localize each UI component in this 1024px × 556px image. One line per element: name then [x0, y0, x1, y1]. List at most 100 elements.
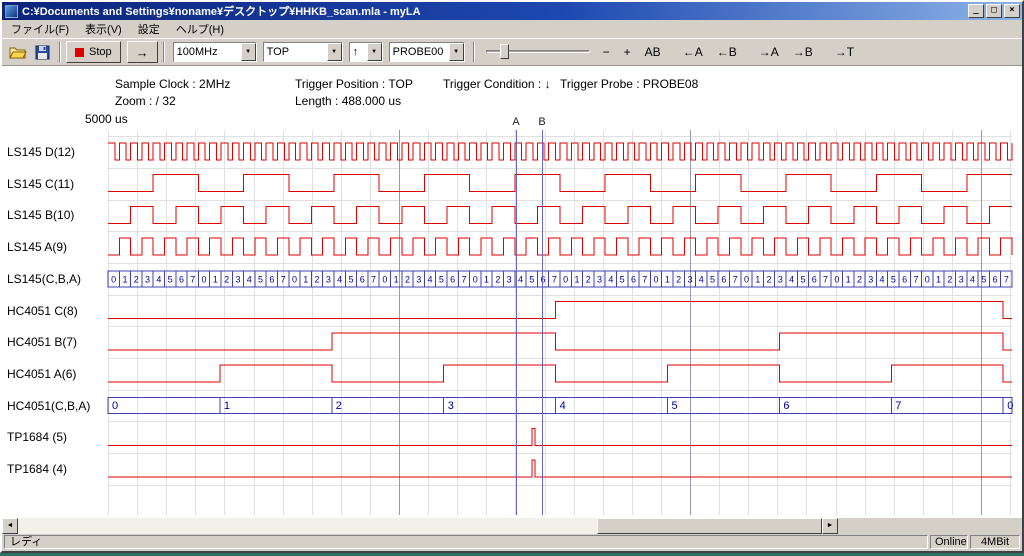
- svg-text:7: 7: [733, 274, 738, 284]
- svg-text:4: 4: [518, 274, 523, 284]
- svg-text:2: 2: [315, 274, 320, 284]
- stop-button[interactable]: Stop: [66, 41, 121, 63]
- menu-settings[interactable]: 設定: [130, 19, 168, 39]
- stop-icon: [75, 48, 84, 57]
- svg-text:5: 5: [710, 274, 715, 284]
- svg-text:0: 0: [473, 274, 478, 284]
- chevron-down-icon[interactable]: ▼: [367, 43, 382, 61]
- svg-text:2: 2: [767, 274, 772, 284]
- waveform-plot[interactable]: 0123456701234567012345670123456701234567…: [2, 66, 1022, 518]
- trigger-edge-select[interactable]: ↑ ▼: [349, 42, 383, 62]
- window-title: C:¥Documents and Settings¥noname¥デスクトップ¥…: [22, 3, 968, 19]
- goto-trigger-button[interactable]: →T: [830, 42, 859, 62]
- svg-text:2: 2: [336, 400, 342, 412]
- goto-a-right-button[interactable]: →A: [754, 42, 784, 62]
- scroll-left-button[interactable]: ◄: [2, 518, 18, 534]
- chevron-down-icon[interactable]: ▼: [449, 43, 464, 61]
- svg-text:4: 4: [699, 274, 704, 284]
- statusbar: レディ Online 4MBit: [2, 534, 1022, 551]
- minimize-button[interactable]: _: [968, 4, 984, 18]
- svg-text:3: 3: [326, 274, 331, 284]
- svg-text:6: 6: [902, 274, 907, 284]
- menu-help[interactable]: ヘルプ(H): [168, 19, 232, 39]
- scrollbar-thumb[interactable]: [597, 518, 822, 534]
- svg-text:7: 7: [895, 400, 901, 412]
- close-button[interactable]: ×: [1004, 4, 1020, 18]
- svg-text:1: 1: [122, 274, 127, 284]
- svg-text:3: 3: [597, 274, 602, 284]
- svg-text:7: 7: [823, 274, 828, 284]
- svg-text:6: 6: [450, 274, 455, 284]
- svg-text:5: 5: [672, 400, 678, 412]
- zoom-slider[interactable]: [486, 41, 590, 63]
- svg-text:4: 4: [337, 274, 342, 284]
- app-window: C:¥Documents and Settings¥noname¥デスクトップ¥…: [0, 0, 1024, 553]
- svg-text:7: 7: [642, 274, 647, 284]
- trigger-probe-select[interactable]: PROBE00 ▼: [389, 42, 465, 62]
- run-button[interactable]: →: [127, 41, 158, 63]
- toolbar-separator: [59, 42, 61, 62]
- chevron-down-icon[interactable]: ▼: [327, 43, 342, 61]
- open-folder-icon: [9, 45, 27, 59]
- svg-text:5: 5: [439, 274, 444, 284]
- svg-text:5: 5: [891, 274, 896, 284]
- goto-b-left-button[interactable]: ←B: [712, 42, 742, 62]
- svg-text:4: 4: [560, 400, 566, 412]
- chevron-down-icon[interactable]: ▼: [241, 43, 256, 61]
- svg-text:4: 4: [247, 274, 252, 284]
- svg-text:5: 5: [348, 274, 353, 284]
- zoom-in-button[interactable]: +: [619, 42, 636, 62]
- svg-text:4: 4: [880, 274, 885, 284]
- ab-button[interactable]: AB: [640, 42, 666, 62]
- svg-text:6: 6: [993, 274, 998, 284]
- svg-text:5: 5: [529, 274, 534, 284]
- svg-text:5: 5: [258, 274, 263, 284]
- svg-text:7: 7: [190, 274, 195, 284]
- svg-text:2: 2: [586, 274, 591, 284]
- goto-b-right-button[interactable]: →B: [788, 42, 818, 62]
- svg-text:1: 1: [846, 274, 851, 284]
- svg-text:2: 2: [947, 274, 952, 284]
- scroll-right-button[interactable]: ►: [822, 518, 838, 534]
- toolbar-separator: [163, 42, 165, 62]
- zoom-out-button[interactable]: −: [598, 42, 615, 62]
- horizontal-scrollbar[interactable]: ◄ ►: [2, 518, 1022, 534]
- trigger-position-select[interactable]: TOP ▼: [263, 42, 343, 62]
- save-button[interactable]: [30, 41, 54, 63]
- floppy-icon: [35, 45, 50, 60]
- menu-view[interactable]: 表示(V): [77, 19, 130, 39]
- svg-text:1: 1: [224, 400, 230, 412]
- svg-text:0: 0: [202, 274, 207, 284]
- goto-a-left-button[interactable]: ←A: [678, 42, 708, 62]
- svg-text:3: 3: [959, 274, 964, 284]
- toolbar: Stop → 100MHz ▼ TOP ▼ ↑ ▼ PROBE00 ▼ − + …: [2, 38, 1022, 66]
- svg-text:6: 6: [360, 274, 365, 284]
- svg-text:5: 5: [800, 274, 805, 284]
- app-icon: [5, 5, 18, 18]
- waveform-workspace: Sample Clock : 2MHz Trigger Position : T…: [2, 66, 1022, 518]
- svg-text:7: 7: [552, 274, 557, 284]
- svg-text:2: 2: [495, 274, 500, 284]
- maximize-button[interactable]: □: [986, 4, 1002, 18]
- svg-text:0: 0: [382, 274, 387, 284]
- svg-text:0: 0: [563, 274, 568, 284]
- svg-text:0: 0: [654, 274, 659, 284]
- svg-text:3: 3: [145, 274, 150, 284]
- svg-text:0: 0: [744, 274, 749, 284]
- svg-text:1: 1: [213, 274, 218, 284]
- titlebar: C:¥Documents and Settings¥noname¥デスクトップ¥…: [2, 2, 1022, 20]
- menu-file[interactable]: ファイル(F): [3, 19, 77, 39]
- svg-text:7: 7: [1004, 274, 1009, 284]
- sample-clock-select[interactable]: 100MHz ▼: [173, 42, 257, 62]
- svg-text:7: 7: [281, 274, 286, 284]
- svg-text:1: 1: [755, 274, 760, 284]
- svg-text:6: 6: [812, 274, 817, 284]
- svg-text:2: 2: [224, 274, 229, 284]
- svg-text:2: 2: [134, 274, 139, 284]
- svg-text:5: 5: [981, 274, 986, 284]
- svg-text:7: 7: [913, 274, 918, 284]
- slider-thumb[interactable]: [500, 44, 509, 59]
- status-ready: レディ: [4, 535, 928, 549]
- svg-text:2: 2: [676, 274, 681, 284]
- open-button[interactable]: [6, 41, 30, 63]
